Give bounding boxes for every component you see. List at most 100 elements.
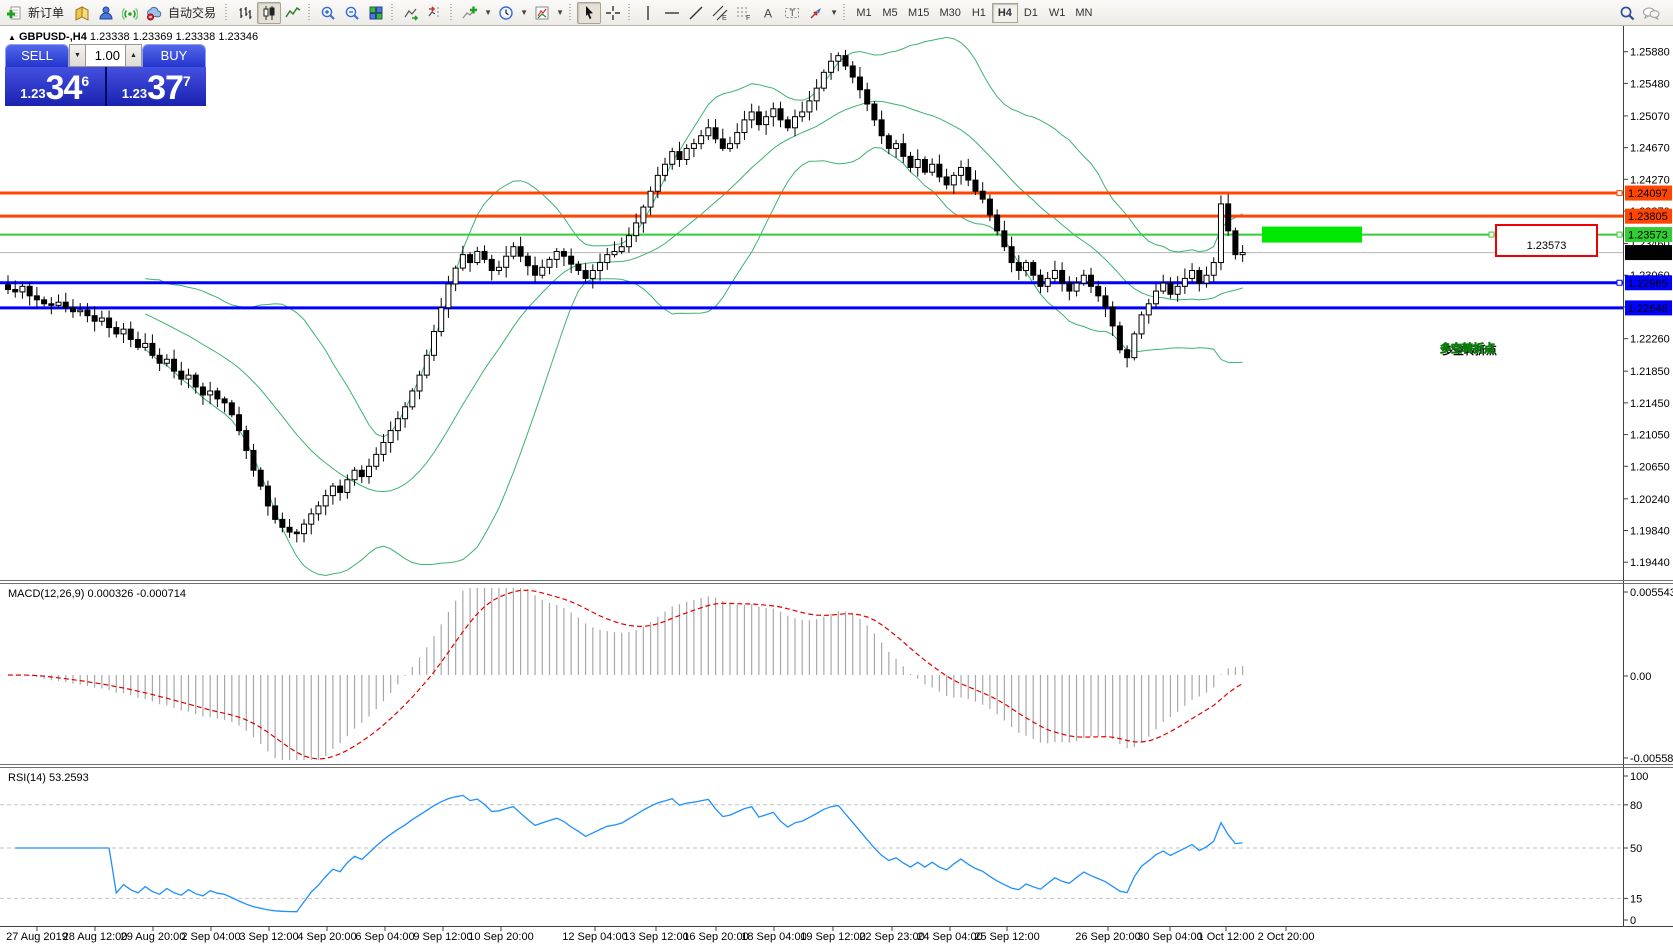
svg-text:2 Oct 20:00: 2 Oct 20:00 xyxy=(1258,931,1315,943)
candlestick-chart-type-button[interactable] xyxy=(257,1,282,24)
svg-text:A: A xyxy=(764,6,772,20)
zoom-in-icon xyxy=(321,6,335,20)
crosshair-button[interactable] xyxy=(601,2,625,24)
svg-text:24 Sep 04:00: 24 Sep 04:00 xyxy=(917,931,982,943)
new-order-label[interactable]: 新订单 xyxy=(28,4,64,21)
new-order-button[interactable] xyxy=(2,2,26,24)
svg-text:0.005543: 0.005543 xyxy=(1630,587,1673,599)
toolbar: 新订单 自动交易 ▼ ▼ ▼ E F A T ▼ M1 M5 M15 M30 H… xyxy=(0,0,1673,26)
vertical-line-icon xyxy=(647,5,649,20)
svg-text:多空转折点: 多空转折点 xyxy=(1440,341,1495,355)
timeframe-m1-button[interactable]: M1 xyxy=(851,3,877,23)
toolbar-grip xyxy=(843,3,849,22)
toolbar-grip xyxy=(391,3,397,22)
buy-button[interactable]: BUY xyxy=(142,44,206,67)
cursor-button[interactable] xyxy=(577,1,602,24)
buy-price-big: 37 xyxy=(147,69,184,107)
buy-price-display[interactable]: 1.23 37 7 xyxy=(106,67,206,107)
svg-text:10 Sep 20:00: 10 Sep 20:00 xyxy=(468,931,533,943)
svg-text:1.21450: 1.21450 xyxy=(1630,398,1670,410)
tile-windows-button[interactable] xyxy=(364,2,388,24)
channel-button[interactable]: E xyxy=(708,2,732,24)
toolbar-grip xyxy=(225,3,231,22)
svg-text:30 Sep 04:00: 30 Sep 04:00 xyxy=(1137,931,1202,943)
community-chat-button[interactable] xyxy=(1639,2,1663,24)
new-order-icon xyxy=(7,6,21,19)
periods-dropdown-arrow[interactable]: ▼ xyxy=(518,2,530,24)
volume-input[interactable] xyxy=(86,44,125,67)
auto-trading-label[interactable]: 自动交易 xyxy=(168,4,216,21)
templates-icon xyxy=(535,6,549,19)
one-click-trading-panel: SELL ▼ ▲ BUY 1.23346 1.23377 xyxy=(5,44,206,106)
templates-button[interactable] xyxy=(530,2,554,24)
line-chart-icon xyxy=(285,6,301,17)
horizontal-line-button[interactable] xyxy=(660,2,684,24)
timeframe-h4-button[interactable]: H4 xyxy=(991,2,1018,23)
news-icon xyxy=(75,5,89,21)
zoom-out-button[interactable] xyxy=(340,2,364,24)
auto-scroll-button[interactable] xyxy=(399,2,423,24)
timeframe-h1-button[interactable]: H1 xyxy=(966,3,992,23)
symbol-title: GBPUSD-,H4 xyxy=(18,31,87,43)
level-highlight-rect[interactable] xyxy=(1262,226,1362,243)
svg-text:27 Aug 2019: 27 Aug 2019 xyxy=(6,931,68,943)
vertical-line-button[interactable] xyxy=(636,2,660,24)
indicators-button[interactable] xyxy=(458,2,482,24)
turning-point-annotation[interactable]: 多空转折点多空转折点 xyxy=(1440,341,1497,357)
svg-text:15: 15 xyxy=(1630,893,1642,905)
svg-text:12 Sep 04:00: 12 Sep 04:00 xyxy=(562,931,627,943)
chart-canvas[interactable]: 1.23573 多空转折点多空转折点 1.25880 1.25480 1.25070 1.… xyxy=(0,0,1673,947)
price-annotation-box[interactable]: 1.23573 xyxy=(1495,224,1598,257)
trendline-button[interactable] xyxy=(684,2,708,24)
svg-text:0: 0 xyxy=(1630,915,1636,927)
timeframe-m30-button[interactable]: M30 xyxy=(934,3,965,23)
timeframe-d1-button[interactable]: D1 xyxy=(1018,3,1044,23)
volume-increase-button[interactable]: ▲ xyxy=(125,44,142,67)
fibonacci-button[interactable]: F xyxy=(732,2,756,24)
channel-icon: E xyxy=(712,5,728,21)
periods-button[interactable] xyxy=(494,2,518,24)
svg-text:13 Sep 12:00: 13 Sep 12:00 xyxy=(623,931,688,943)
text-label-button[interactable]: T xyxy=(780,2,804,24)
timeframe-m15-button[interactable]: M15 xyxy=(903,3,934,23)
svg-text:-0.005583: -0.005583 xyxy=(1630,753,1673,765)
symbol-ohlc: 1.23338 1.23369 1.23338 1.23346 xyxy=(89,31,259,43)
text-button[interactable]: A xyxy=(756,2,780,24)
cursor-icon xyxy=(586,5,594,19)
bar-chart-type-button[interactable] xyxy=(233,2,257,24)
auto-trading-button[interactable] xyxy=(142,2,166,24)
signal-button[interactable] xyxy=(118,2,142,24)
svg-text:1.20240: 1.20240 xyxy=(1630,494,1670,506)
chart-shift-icon xyxy=(428,5,439,19)
timeframe-m5-button[interactable]: M5 xyxy=(877,3,903,23)
arrows-dropdown-arrow[interactable]: ▼ xyxy=(828,2,840,24)
text-icon: A xyxy=(764,6,772,20)
templates-dropdown-arrow[interactable]: ▼ xyxy=(554,2,566,24)
sell-button[interactable]: SELL xyxy=(5,44,69,67)
sell-price-display[interactable]: 1.23 34 6 xyxy=(5,67,105,106)
svg-text:1.25880: 1.25880 xyxy=(1630,47,1670,59)
market-watch-button[interactable] xyxy=(94,2,118,24)
svg-text:1.23573: 1.23573 xyxy=(1527,240,1567,252)
timeframe-mn-button[interactable]: MN xyxy=(1070,3,1097,23)
svg-text:6 Sep 04:00: 6 Sep 04:00 xyxy=(355,931,414,943)
chart-shift-button[interactable] xyxy=(423,2,447,24)
timeframe-group: M1 M5 M15 M30 H1 H4 D1 W1 MN xyxy=(851,2,1097,23)
svg-text:16 Sep 20:00: 16 Sep 20:00 xyxy=(683,931,748,943)
indicators-dropdown-arrow[interactable]: ▼ xyxy=(482,2,494,24)
buy-price-prefix: 1.23 xyxy=(121,86,148,101)
timeframe-w1-button[interactable]: W1 xyxy=(1044,3,1071,23)
arrows-button[interactable] xyxy=(804,2,828,24)
periods-icon xyxy=(499,5,513,20)
line-chart-type-button[interactable] xyxy=(281,2,305,24)
zoom-in-button[interactable] xyxy=(316,2,340,24)
zoom-out-icon xyxy=(345,6,359,20)
toolbar-grip xyxy=(450,3,456,22)
bar-chart-icon xyxy=(239,6,252,19)
search-button[interactable] xyxy=(1615,2,1639,24)
collapse-arrow-icon[interactable]: ▲ xyxy=(8,33,16,42)
svg-text:9 Sep 12:00: 9 Sep 12:00 xyxy=(413,931,472,943)
volume-decrease-button[interactable]: ▼ xyxy=(69,44,86,67)
news-button[interactable] xyxy=(70,2,94,24)
symbol-info-bar: ▲ GBPUSD-,H4 1.23338 1.23369 1.23338 1.2… xyxy=(8,31,258,43)
